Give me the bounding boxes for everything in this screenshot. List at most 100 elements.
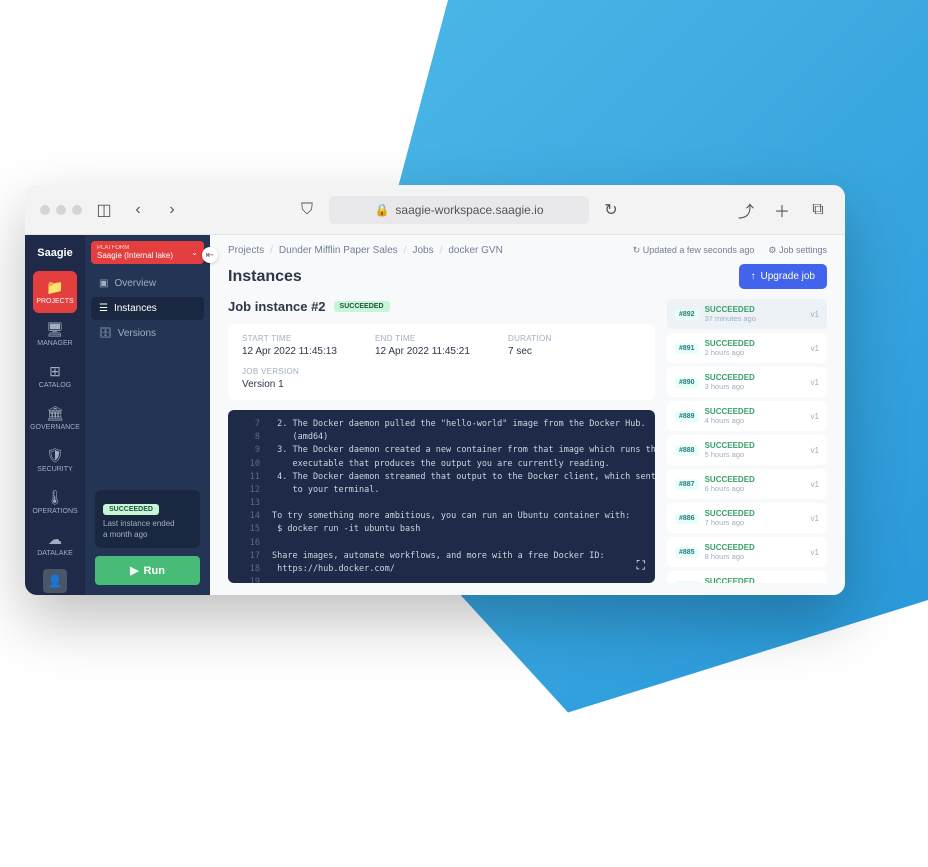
- expand-icon[interactable]: ⛶: [637, 556, 645, 575]
- instance-detail-card: START TIME12 Apr 2022 11:45:13END TIME12…: [228, 324, 655, 400]
- upgrade-job-button[interactable]: ↑ Upgrade job: [739, 264, 827, 289]
- run-label: Run: [144, 565, 165, 577]
- run-id-badge: #890: [675, 377, 699, 388]
- platform-label: PLATFORM: [97, 245, 173, 251]
- run-id-badge: #888: [675, 445, 699, 456]
- datalake-icon: ☁: [48, 531, 62, 548]
- rail-item-datalake[interactable]: ☁DATALAKE: [33, 523, 77, 565]
- browser-window: ◫ ‹ › ⛉ 🔒 saagie-workspace.saagie.io ↻ ⤴…: [25, 185, 845, 595]
- upload-icon: ↑: [751, 271, 756, 282]
- instance-title: Job instance #2: [228, 299, 326, 314]
- job-settings-link[interactable]: ⚙ Job settings: [768, 245, 827, 256]
- instance-history-item[interactable]: #886SUCCEEDED7 hours agov1: [667, 503, 827, 533]
- status-line2: a month ago: [103, 530, 192, 540]
- run-id-badge: #885: [675, 547, 699, 558]
- platform-selector[interactable]: PLATFORM Saagie (Internal lake) ⌄: [91, 241, 204, 264]
- run-id-badge: #891: [675, 343, 699, 354]
- instance-history-list: #892SUCCEEDED37 minutes agov1 #891SUCCEED…: [667, 299, 827, 583]
- status-badge: SUCCEEDED: [103, 504, 159, 515]
- status-line1: Last instance ended: [103, 519, 192, 529]
- refresh-icon[interactable]: ↻: [599, 198, 623, 222]
- operations-icon: 🌡: [46, 489, 64, 506]
- chevron-down-icon: ⌄: [191, 248, 198, 257]
- instance-status-badge: SUCCEEDED: [334, 301, 390, 312]
- instance-history-item[interactable]: #888SUCCEEDED5 hours agov1: [667, 435, 827, 465]
- console-line: 12 to your terminal.: [238, 484, 645, 497]
- run-id-badge: #884: [675, 581, 699, 584]
- security-icon: 🛡: [46, 447, 64, 464]
- sidebar-item-instances[interactable]: ☰Instances: [91, 297, 204, 320]
- rail-item-manager[interactable]: 🖥MANAGER: [33, 313, 77, 355]
- back-icon[interactable]: ‹: [126, 198, 150, 222]
- breadcrumb-item[interactable]: Jobs: [412, 245, 433, 256]
- platform-name: Saagie (Internal lake): [97, 251, 173, 260]
- rail-item-security[interactable]: 🛡SECURITY: [33, 439, 77, 481]
- app-body: Saagie 📁PROJECTS🖥MANAGER⊞CATALOG🏛GOVERNA…: [25, 235, 845, 595]
- instance-history-item[interactable]: #887SUCCEEDED6 hours agov1: [667, 469, 827, 499]
- breadcrumb-item[interactable]: Dunder Mifflin Paper Sales: [279, 245, 398, 256]
- nav-rail: Saagie 📁PROJECTS🖥MANAGER⊞CATALOG🏛GOVERNA…: [25, 235, 85, 595]
- console-line: 15 $ docker run -it ubuntu bash: [238, 523, 645, 536]
- lock-icon: 🔒: [374, 203, 389, 217]
- overview-icon: ▣: [99, 278, 108, 289]
- url-text: saagie-workspace.saagie.io: [395, 203, 543, 217]
- console-line: 9 3. The Docker daemon created a new con…: [238, 444, 645, 457]
- console-output[interactable]: 7 2. The Docker daemon pulled the "hello…: [228, 410, 655, 583]
- breadcrumbs: Projects/Dunder Mifflin Paper Sales/Jobs…: [228, 245, 503, 256]
- forward-icon[interactable]: ›: [160, 198, 184, 222]
- shield-icon[interactable]: ⛉: [295, 198, 319, 222]
- page-title: Instances: [228, 268, 302, 286]
- console-line: 11 4. The Docker daemon streamed that ou…: [238, 471, 645, 484]
- console-line: 17Share images, automate workflows, and …: [238, 550, 645, 563]
- rail-item-projects[interactable]: 📁PROJECTS: [33, 271, 77, 313]
- new-tab-icon[interactable]: ＋: [770, 198, 794, 222]
- tabs-icon[interactable]: ⧉: [806, 198, 830, 222]
- console-line: 13: [238, 497, 645, 510]
- share-icon[interactable]: ⤴: [734, 198, 758, 222]
- sidebar-item-overview[interactable]: ▣Overview: [91, 272, 204, 295]
- console-line: 16: [238, 537, 645, 550]
- projects-icon: 📁: [46, 279, 63, 296]
- url-bar[interactable]: 🔒 saagie-workspace.saagie.io: [329, 196, 589, 224]
- instance-history-item[interactable]: #889SUCCEEDED4 hours agov1: [667, 401, 827, 431]
- collapse-sidebar-icon[interactable]: ⇤: [202, 247, 218, 263]
- manager-icon: 🖥: [46, 321, 64, 338]
- run-id-badge: #887: [675, 479, 699, 490]
- instance-history-item[interactable]: #891SUCCEEDED2 hours agov1: [667, 333, 827, 363]
- console-line: 14To try something more ambitious, you c…: [238, 510, 645, 523]
- user-avatar[interactable]: 👤: [43, 569, 67, 593]
- detail-cell: DURATION7 sec: [508, 334, 641, 357]
- sidebar-item-versions[interactable]: 🗄Versions: [91, 322, 204, 345]
- rail-item-governance[interactable]: 🏛GOVERNANCE: [33, 397, 77, 439]
- catalog-icon: ⊞: [49, 363, 61, 380]
- console-line: 10 executable that produces the output y…: [238, 458, 645, 471]
- sidebar-toggle-icon[interactable]: ◫: [92, 198, 116, 222]
- browser-bar: ◫ ‹ › ⛉ 🔒 saagie-workspace.saagie.io ↻ ⤴…: [25, 185, 845, 235]
- rail-item-operations[interactable]: 🌡OPERATIONS: [33, 481, 77, 523]
- instance-history-item[interactable]: #892SUCCEEDED37 minutes agov1: [667, 299, 827, 329]
- run-id-badge: #889: [675, 411, 699, 422]
- breadcrumb-item[interactable]: docker GVN: [448, 245, 502, 256]
- play-icon: ▶: [130, 564, 138, 577]
- topbar: Projects/Dunder Mifflin Paper Sales/Jobs…: [210, 235, 845, 264]
- last-instance-card: SUCCEEDED Last instance ended a month ag…: [95, 490, 200, 548]
- instance-history-item[interactable]: #885SUCCEEDED8 hours agov1: [667, 537, 827, 567]
- logo: Saagie: [37, 243, 72, 267]
- governance-icon: 🏛: [46, 405, 64, 422]
- breadcrumb-item[interactable]: Projects: [228, 245, 264, 256]
- updated-text: ↻ Updated a few seconds ago: [633, 245, 755, 256]
- instances-icon: ☰: [99, 303, 108, 314]
- run-button[interactable]: ▶ Run: [95, 556, 200, 585]
- detail-cell: JOB VERSIONVersion 1: [242, 367, 641, 390]
- console-line: 18 https://hub.docker.com/: [238, 563, 645, 576]
- instance-history-item[interactable]: #890SUCCEEDED3 hours agov1: [667, 367, 827, 397]
- traffic-lights: [40, 205, 82, 215]
- run-id-badge: #892: [675, 309, 699, 320]
- sidebar: PLATFORM Saagie (Internal lake) ⌄ ⇤ ▣Ove…: [85, 235, 210, 595]
- versions-icon: 🗄: [99, 328, 112, 339]
- refresh-small-icon: ↻: [633, 245, 641, 255]
- instance-history-item[interactable]: #884SUCCEEDED9 hours agov1: [667, 571, 827, 583]
- rail-item-catalog[interactable]: ⊞CATALOG: [33, 355, 77, 397]
- detail-cell: END TIME12 Apr 2022 11:45:21: [375, 334, 508, 357]
- console-line: 19: [238, 576, 645, 583]
